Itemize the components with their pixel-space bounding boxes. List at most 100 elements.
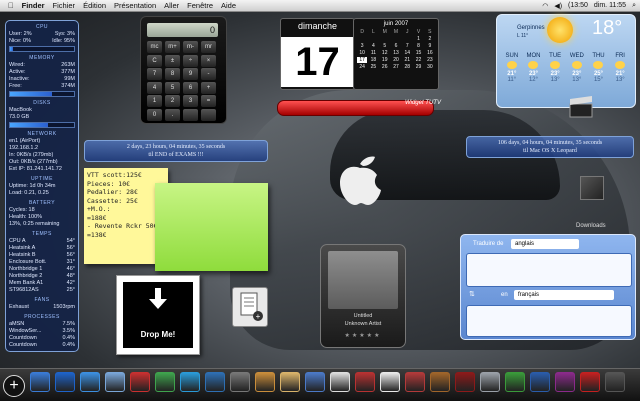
menu-fichier[interactable]: Fichier <box>53 1 76 10</box>
calendar-month-widget[interactable]: juin 2007 D L M M J V S 1 2 3 4 5 6 7 8 9 10 11 12 13 14 15 16… <box>353 18 439 90</box>
mail-icon[interactable] <box>105 372 125 392</box>
calculator-key[interactable]: 2 <box>165 95 180 107</box>
source-language-select[interactable]: anglais <box>511 239 579 249</box>
calendar-day-cell[interactable]: 9 <box>425 43 435 49</box>
volume-icon[interactable]: ◀) <box>554 2 562 10</box>
menu-aide[interactable]: Aide <box>221 1 236 10</box>
calculator-key[interactable]: m+ <box>165 41 180 53</box>
dashboard-add-widget-button[interactable]: + <box>3 375 25 397</box>
calendar-day-cell[interactable]: 3 <box>357 43 367 49</box>
clapperboard-icon[interactable] <box>568 96 594 118</box>
calculator-key[interactable]: 6 <box>183 81 198 94</box>
itunes-icon[interactable] <box>305 372 325 392</box>
calendar-day-cell[interactable]: 20 <box>391 57 401 63</box>
target-language-select[interactable]: français <box>514 290 614 300</box>
addressbook-icon[interactable] <box>430 372 450 392</box>
calculator-widget[interactable]: 0 mc m+ m-mr C ± ÷ × 7 8 9- 4 5 6 +1 2 3 = 0. <box>140 16 227 124</box>
wifi-icon[interactable]: ◠ <box>542 2 548 10</box>
menu-aller[interactable]: Aller <box>164 1 179 10</box>
menu-edition[interactable]: Édition <box>83 1 106 10</box>
downloads-label[interactable]: Downloads <box>576 223 606 229</box>
calculator-key[interactable]: 8 <box>165 68 180 80</box>
calendar-day-cell[interactable]: 16 <box>425 50 435 56</box>
calendar-day-cell[interactable]: 29 <box>413 64 423 70</box>
swap-languages-icon[interactable]: ⇅ <box>469 290 475 298</box>
acrobat-icon[interactable] <box>580 372 600 392</box>
calendar-day-cell[interactable]: 17 <box>357 57 368 63</box>
skype-icon[interactable] <box>180 372 200 392</box>
calculator-key[interactable]: - <box>201 68 216 80</box>
keynote-icon[interactable] <box>405 372 425 392</box>
calendar-day-cell[interactable]: 25 <box>368 64 378 70</box>
calendar-day-cell[interactable]: 24 <box>357 64 367 70</box>
calculator-key[interactable]: mr <box>201 41 216 53</box>
textedit-icon[interactable] <box>330 372 350 392</box>
stickies-note-green[interactable] <box>155 183 268 271</box>
calculator-key[interactable]: ± <box>165 54 180 67</box>
calendar-icon[interactable] <box>130 372 150 392</box>
calculator-key[interactable]: mc <box>147 41 162 53</box>
calendar-day-cell[interactable]: 30 <box>425 64 435 70</box>
safari-icon[interactable] <box>80 372 100 392</box>
google-earth-icon[interactable] <box>205 372 225 392</box>
calendar-day-cell[interactable]: 7 <box>402 43 412 49</box>
menu-app-finder[interactable]: Finder <box>22 1 45 10</box>
spotlight-icon[interactable]: ⌕ <box>632 2 636 10</box>
calendar-day-cell[interactable]: 21 <box>402 57 412 63</box>
calculator-key[interactable]: C <box>147 54 162 67</box>
rating-stars[interactable]: ★★★★★ <box>321 332 405 339</box>
calendar-day-cell[interactable] <box>391 36 401 42</box>
calendar-day-cell[interactable]: 18 <box>368 57 378 63</box>
calendar-day-cell[interactable]: 5 <box>380 43 390 49</box>
itunes-widget[interactable]: Untitled Unknown Artist ★★★★★ <box>320 244 406 348</box>
calculator-key[interactable]: 9 <box>183 68 198 80</box>
msn-icon[interactable] <box>155 372 175 392</box>
windows-icon[interactable] <box>30 372 50 392</box>
calculator-key[interactable]: 1 <box>147 95 162 107</box>
apple-menu-icon[interactable]:  <box>8 1 14 10</box>
calendar-day-widget[interactable]: dimanche 17 <box>280 18 355 90</box>
translation-widget[interactable]: Traduire de anglais ⇅ en français <box>460 234 636 340</box>
document-icon[interactable]: + <box>232 287 268 327</box>
system-stats-widget[interactable]: CPU User: 2% Sys: 3% Nice: 0% Idle: 95% ME… <box>5 20 79 352</box>
source-text-input[interactable] <box>466 253 632 287</box>
menu-fenetre[interactable]: Fenêtre <box>187 1 213 10</box>
utility-icon[interactable] <box>230 372 250 392</box>
calendar-day-cell[interactable]: 11 <box>368 50 378 56</box>
calendar-day-cell[interactable]: 15 <box>413 50 423 56</box>
calculator-key[interactable]: = <box>201 95 216 107</box>
calendar-day-cell[interactable]: 27 <box>391 64 401 70</box>
calendar-day-cell[interactable]: 12 <box>380 50 390 56</box>
drop-me-widget[interactable]: Drop Me! <box>116 275 200 355</box>
calendar-day-cell[interactable]: 10 <box>357 50 367 56</box>
cube-icon[interactable] <box>580 176 604 200</box>
calendar-day-cell[interactable]: 13 <box>391 50 401 56</box>
calendar-day-cell[interactable]: 1 <box>413 36 423 42</box>
calculator-key[interactable]: ÷ <box>183 54 198 67</box>
calculator-key[interactable] <box>201 108 216 121</box>
calendar-day-cell[interactable]: 8 <box>413 43 423 49</box>
calendar-day-cell[interactable]: 26 <box>380 64 390 70</box>
calendar-day-cell[interactable]: 19 <box>380 57 390 63</box>
calendar-day-cell[interactable]: 6 <box>391 43 401 49</box>
calendar-day-cell[interactable]: 28 <box>402 64 412 70</box>
calendar-day-cell[interactable] <box>402 36 412 42</box>
calendar-day-cell[interactable] <box>357 36 367 42</box>
calendar-day-cell[interactable]: 2 <box>425 36 435 42</box>
pages-icon[interactable] <box>380 372 400 392</box>
calendar-day-cell[interactable] <box>380 36 390 42</box>
weather-widget[interactable]: Gerpinnes L 11° 18° SUN 21° 11° MON 23° 12° TU… <box>496 14 636 108</box>
fireworks-icon[interactable] <box>530 372 550 392</box>
dreamweaver-icon[interactable] <box>505 372 525 392</box>
calendar-day-cell[interactable]: 14 <box>402 50 412 56</box>
photoshop-icon[interactable] <box>555 372 575 392</box>
calculator-key[interactable]: 5 <box>165 81 180 94</box>
calendar-day-cell[interactable]: 4 <box>368 43 378 49</box>
quicktime-icon[interactable] <box>55 372 75 392</box>
calendar-day-cell[interactable] <box>368 36 378 42</box>
calculator-key[interactable]: m- <box>183 41 198 53</box>
battery-indicator[interactable]: (13:50 <box>568 2 588 9</box>
menubar-clock[interactable]: dim. 11:55 <box>594 2 626 9</box>
countdown-exams-widget[interactable]: 2 days, 23 hours, 04 minutes, 35 seconds… <box>84 140 268 162</box>
dictionary-icon[interactable] <box>455 372 475 392</box>
